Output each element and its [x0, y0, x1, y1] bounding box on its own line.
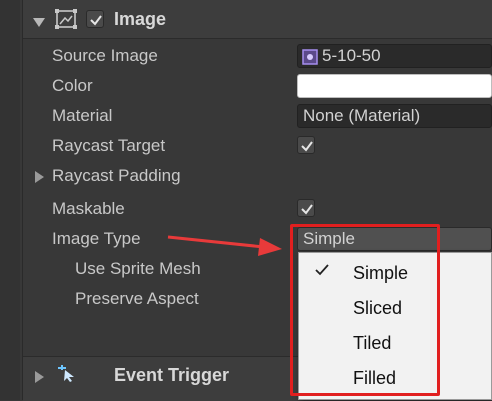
source-image-label: Source Image — [52, 46, 158, 65]
foldout-arrow-icon[interactable] — [33, 13, 45, 33]
color-label: Color — [52, 76, 93, 95]
raycast-target-label: Raycast Target — [52, 136, 166, 155]
material-field[interactable]: None (Material) — [297, 104, 492, 128]
source-image-value: 5-10-50 — [322, 46, 381, 65]
event-trigger-foldout-icon[interactable] — [35, 368, 45, 388]
event-trigger-title: Event Trigger — [114, 365, 230, 385]
raycast-target-checkbox[interactable] — [297, 136, 315, 154]
use-sprite-mesh-label: Use Sprite Mesh — [75, 259, 201, 278]
maskable-label: Maskable — [52, 199, 125, 218]
raycast-padding-label[interactable]: Raycast Padding — [52, 166, 181, 186]
image-type-label: Image Type — [52, 229, 141, 248]
image-component-icon — [55, 9, 77, 34]
preserve-aspect-label: Preserve Aspect — [75, 289, 199, 308]
component-title: Image — [114, 9, 167, 29]
source-image-field[interactable]: 5-10-50 — [297, 44, 492, 68]
annotation-arrow — [167, 235, 282, 256]
material-value: None (Material) — [303, 106, 421, 125]
color-swatch[interactable] — [297, 74, 492, 98]
raycast-padding-foldout-icon[interactable] — [35, 168, 45, 188]
inspector-gutter — [0, 0, 20, 400]
component-enabled-checkbox[interactable] — [86, 10, 104, 28]
maskable-checkbox[interactable] — [297, 199, 315, 217]
gutter-divider — [22, 0, 23, 400]
event-trigger-icon — [57, 362, 77, 387]
sprite-icon — [302, 49, 318, 67]
material-label: Material — [52, 106, 113, 125]
highlight-box — [290, 224, 440, 396]
